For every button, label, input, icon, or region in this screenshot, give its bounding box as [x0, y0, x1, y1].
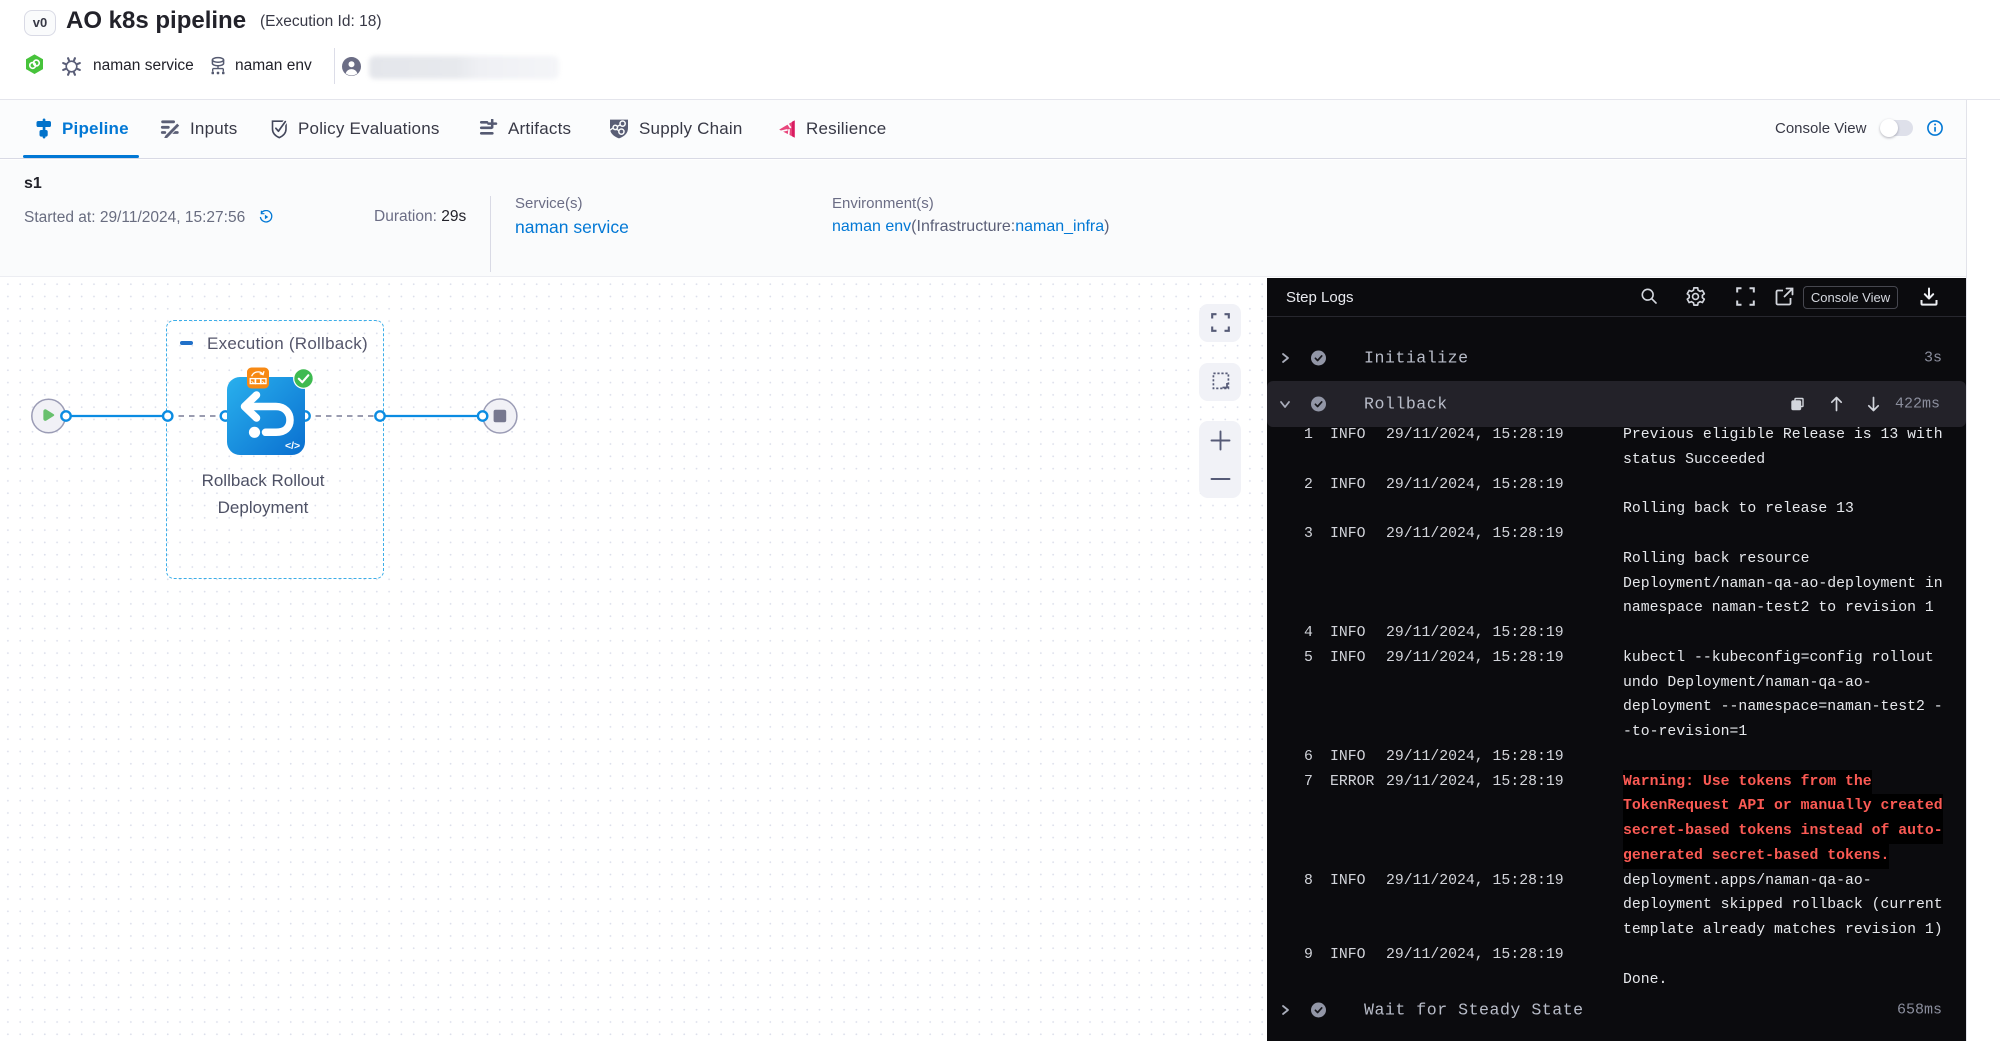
svg-text:</>: </> [285, 440, 300, 452]
